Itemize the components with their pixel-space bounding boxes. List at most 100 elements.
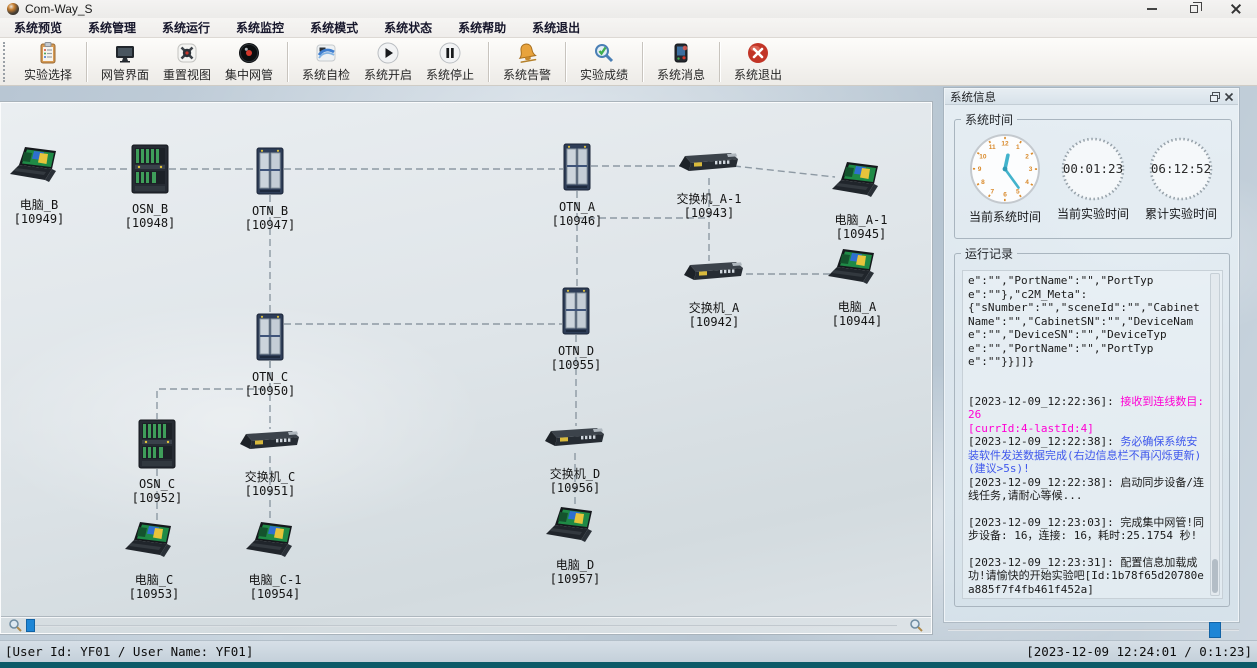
switch-device-icon (238, 428, 302, 456)
status-bar: [User Id: YF01 / User Name: YF01] [2023-… (0, 640, 1257, 662)
toolbar-button-score[interactable]: 实验成绩 (573, 40, 635, 84)
reset-view-icon (175, 40, 200, 65)
node-id: [10956] (550, 481, 601, 495)
node-10945[interactable]: 电脑_A-1[10945] (801, 161, 921, 241)
monitor-icon (113, 40, 138, 65)
menu-item-preview[interactable]: 系统预览 (8, 17, 74, 38)
node-10952[interactable]: OSN_C[10952] (97, 419, 217, 505)
node-10956[interactable]: 交换机_D[10956] (515, 425, 635, 495)
maximize-button[interactable] (1173, 0, 1215, 18)
node-label: OTN_C (252, 370, 288, 384)
otn-device-icon (256, 313, 284, 361)
toolbar-group: 系统退出 (723, 38, 793, 85)
node-10946[interactable]: OTN_A[10946] (517, 143, 637, 228)
log-scrollbar-thumb[interactable] (1212, 559, 1218, 593)
panel-title-bar: 系统信息 (945, 89, 1238, 105)
node-label: 交换机_C (245, 470, 295, 484)
total-exp-time-clock: 06:12:52 累计实验时间 (1137, 132, 1225, 225)
node-id: [10946] (552, 214, 603, 228)
menu-item-monitor[interactable]: 系统监控 (230, 17, 296, 38)
toolbar-button-reset-view[interactable]: 重置视图 (156, 40, 218, 84)
node-id: [10945] (836, 227, 887, 241)
canvas-zoom-bar (1, 616, 931, 633)
toolbar-button-sys-stop[interactable]: 系统停止 (419, 40, 481, 84)
node-10950[interactable]: OTN_C[10950] (210, 313, 330, 398)
menu-item-exit[interactable]: 系统退出 (526, 17, 592, 38)
toolbar-button-nms-ui[interactable]: 网管界面 (94, 40, 156, 84)
toolbar-button-sys-start[interactable]: 系统开启 (357, 40, 419, 84)
node-id: [10948] (125, 216, 176, 230)
node-id: [10954] (250, 587, 301, 601)
node-label: OTN_B (252, 204, 288, 218)
toolbar-button-alarm[interactable]: 系统告警 (496, 40, 558, 84)
self-check-icon (314, 40, 339, 65)
digital-clock-icon: 00:01:23 (1059, 135, 1127, 203)
log-timestamp: [2023-12-09_12:23:03]: (968, 516, 1120, 529)
node-10947[interactable]: OTN_B[10947] (210, 147, 330, 232)
svg-text:12: 12 (1001, 141, 1009, 148)
zoom-in-magnifier-icon[interactable] (909, 618, 924, 633)
laptop-device-icon (10, 146, 68, 186)
toolbar-button-exit[interactable]: 系统退出 (727, 40, 789, 84)
node-id: [10949] (14, 212, 65, 226)
node-10955[interactable]: OTN_D[10955] (516, 287, 636, 372)
toolbar-button-label: 系统开启 (364, 66, 412, 83)
menu-item-help[interactable]: 系统帮助 (452, 17, 518, 38)
minimize-button[interactable] (1131, 0, 1173, 18)
tool-bar: 实验选择网管界面重置视图集中网管系统自检系统开启系统停止系统告警实验成绩系统消息… (0, 38, 1257, 86)
toolbar-button-label: 网管界面 (101, 66, 149, 83)
topology-canvas[interactable]: 电脑_B[10949]OSN_B[10948]OTN_B[10947] OTN_A… (0, 102, 932, 634)
topology-view[interactable]: 电脑_B[10949]OSN_B[10948]OTN_B[10947] OTN_A… (1, 103, 931, 616)
current-exp-time-clock: 00:01:23 当前实验时间 (1049, 132, 1137, 225)
node-10951[interactable]: 交换机_C[10951] (210, 428, 330, 498)
node-10957[interactable]: 电脑_D[10957] (515, 506, 635, 586)
close-button[interactable] (1215, 0, 1257, 18)
menu-item-manage[interactable]: 系统管理 (82, 17, 148, 38)
menu-item-status[interactable]: 系统状态 (378, 17, 444, 38)
node-10954[interactable]: 电脑_C-1[10954] (215, 521, 335, 601)
laptop-device-icon (546, 506, 604, 546)
toolbar-button-exp-select[interactable]: 实验选择 (17, 40, 79, 84)
statusbar-time-info: [2023-12-09 12:24:01 / 0:1:23] (1026, 644, 1252, 659)
node-10953[interactable]: 电脑_C[10953] (94, 521, 214, 601)
toolbar-separator (565, 42, 566, 82)
alarm-bell-icon (515, 40, 540, 65)
zoom-slider-handle[interactable] (26, 619, 35, 632)
menu-item-run[interactable]: 系统运行 (156, 17, 222, 38)
toolbar-drag-handle[interactable] (3, 42, 9, 82)
osn-device-icon (131, 144, 169, 194)
menu-item-mode[interactable]: 系统模式 (304, 17, 370, 38)
node-label: OSN_C (139, 477, 175, 491)
panel-slider-track[interactable] (948, 629, 1239, 631)
node-10944[interactable]: 电脑_A[10944] (797, 248, 917, 328)
zoom-slider-track[interactable] (35, 625, 897, 627)
log-view[interactable]: 870","BuildName":"","RoomFirstName":"组装机… (968, 273, 1206, 596)
toolbar-separator (642, 42, 643, 82)
node-label: 电脑_C-1 (249, 573, 302, 587)
panel-slider-handle[interactable] (1209, 622, 1221, 638)
node-10948[interactable]: OSN_B[10948] (90, 144, 210, 230)
panel-title: 系统信息 (945, 89, 996, 105)
panel-float-button[interactable] (1208, 90, 1222, 104)
svg-text:4: 4 (1025, 179, 1029, 186)
toolbar-button-self-check[interactable]: 系统自检 (295, 40, 357, 84)
log-scrollbar[interactable] (1210, 273, 1220, 596)
system-time-group: 系统时间 123456789101112 当前系统时间 (954, 111, 1232, 239)
log-box: 870","BuildName":"","RoomFirstName":"组装机… (962, 270, 1223, 599)
svg-text:9: 9 (978, 166, 982, 173)
node-10943[interactable]: 交换机_A-1[10943] (649, 150, 769, 220)
node-id: [10952] (132, 491, 183, 505)
toolbar-button-label: 重置视图 (163, 66, 211, 83)
digital-clock-icon: 06:12:52 (1147, 135, 1215, 203)
node-10942[interactable]: 交换机_A[10942] (654, 259, 774, 329)
panel-close-button[interactable] (1222, 90, 1236, 104)
node-id: [10944] (832, 314, 883, 328)
toolbar-button-messages[interactable]: 系统消息 (650, 40, 712, 84)
node-10949[interactable]: 电脑_B[10949] (1, 146, 99, 226)
statusbar-user-info: [User Id: YF01 / User Name: YF01] (5, 644, 253, 659)
toolbar-button-central-nms[interactable]: 集中网管 (218, 40, 280, 84)
central-nms-icon (237, 40, 262, 65)
zoom-out-magnifier-icon[interactable] (8, 618, 23, 633)
clipboard-icon (36, 40, 61, 65)
toolbar-group: 系统自检系统开启系统停止 (291, 38, 485, 85)
